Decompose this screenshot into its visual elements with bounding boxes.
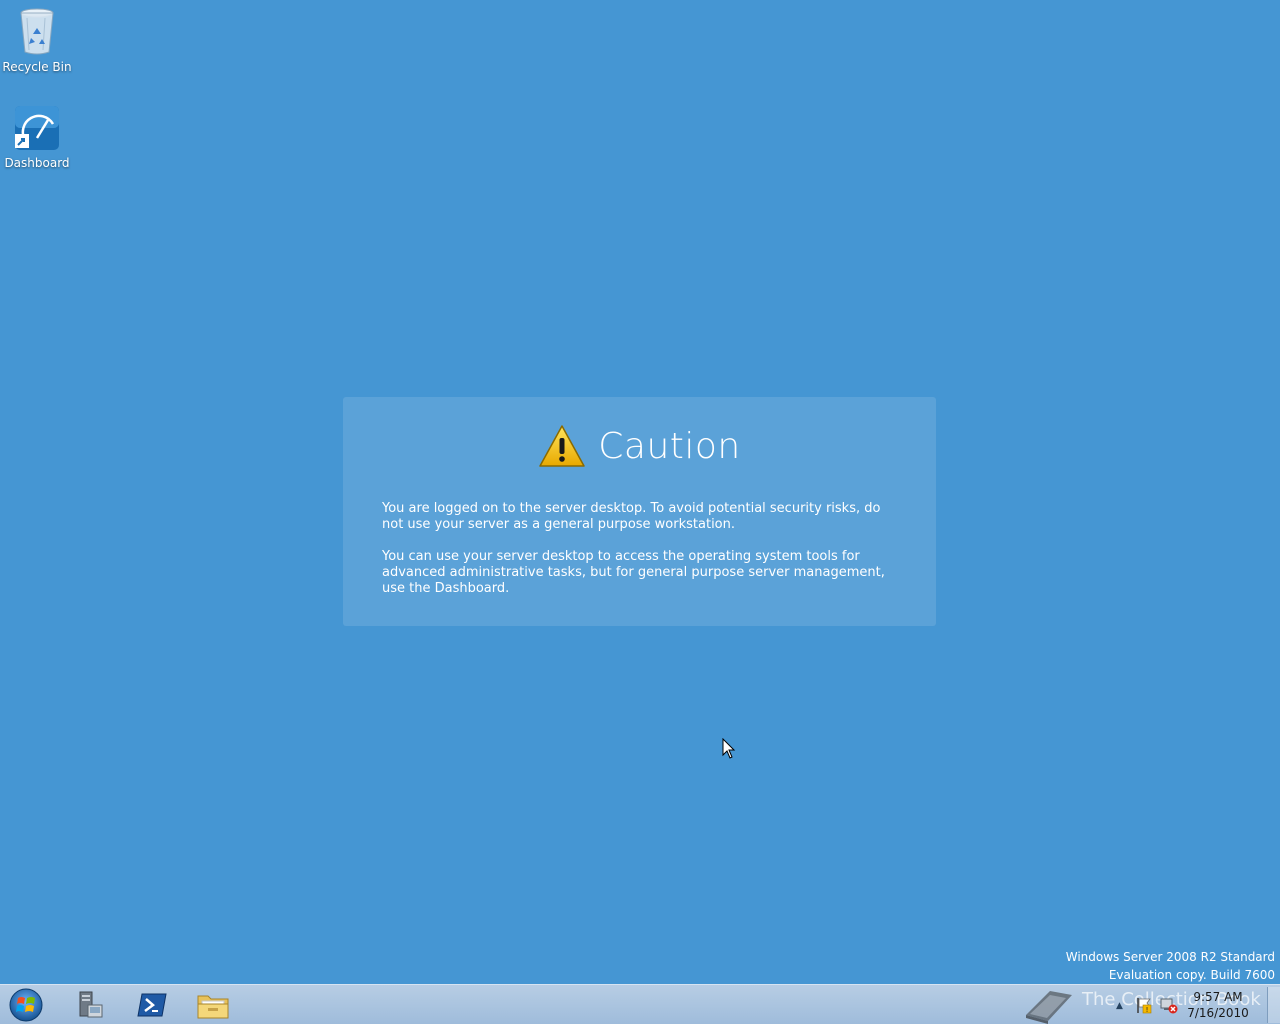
folder-icon [197,995,229,1019]
clock-date: 7/16/2010 [1187,1006,1249,1020]
windows-orb-icon [9,988,43,1022]
desktop-icon-label: Dashboard [4,156,70,170]
caution-paragraph-1: You are logged on to the server desktop.… [382,501,881,532]
book-logo-icon [1026,991,1072,1024]
caution-paragraph-2: You can use your server desktop to acces… [382,549,885,596]
svg-text:!: ! [1146,1006,1149,1014]
caution-header: Caution [382,421,897,471]
show-hidden-icons-arrow-icon[interactable]: ▲ [1116,1001,1123,1011]
taskbar-server-manager-button[interactable] [68,988,112,1022]
desktop-icon-dashboard[interactable]: Dashboard [0,104,74,170]
taskbar: The Collection Book ▲ ! 9:57 AM 7/16/201… [0,984,1280,1024]
recycle-bin-icon [20,8,54,55]
powershell-icon [137,993,167,1017]
os-watermark: Windows Server 2008 R2 Standard Evaluati… [1066,948,1275,984]
desktop-icon-label: Recycle Bin [2,60,72,74]
show-desktop-button[interactable] [1267,987,1280,1023]
warning-icon [539,425,585,467]
server-manager-icon [79,991,103,1018]
dashboard-icon [15,106,59,150]
taskbar-explorer-button[interactable] [191,988,235,1022]
taskbar-clock[interactable]: 9:57 AM 7/16/2010 [1182,989,1254,1021]
mouse-pointer-icon [722,738,736,759]
desktop-icon-recycle-bin[interactable]: Recycle Bin [0,6,74,74]
caution-panel: Caution You are logged on to the server … [343,397,936,626]
watermark-build: Evaluation copy. Build 7600 [1108,968,1275,982]
notification-area: The Collection Book ▲ ! 9:57 AM 7/16/201… [1020,985,1280,1024]
taskbar-powershell-button[interactable] [130,988,174,1022]
watermark-edition: Windows Server 2008 R2 Standard [1065,950,1275,964]
action-center-flag-icon[interactable]: ! [1135,996,1153,1014]
start-button[interactable] [6,987,46,1023]
caution-title: Caution [598,425,741,467]
network-disconnected-icon[interactable] [1160,996,1178,1014]
clock-time: 9:57 AM [1193,990,1243,1004]
